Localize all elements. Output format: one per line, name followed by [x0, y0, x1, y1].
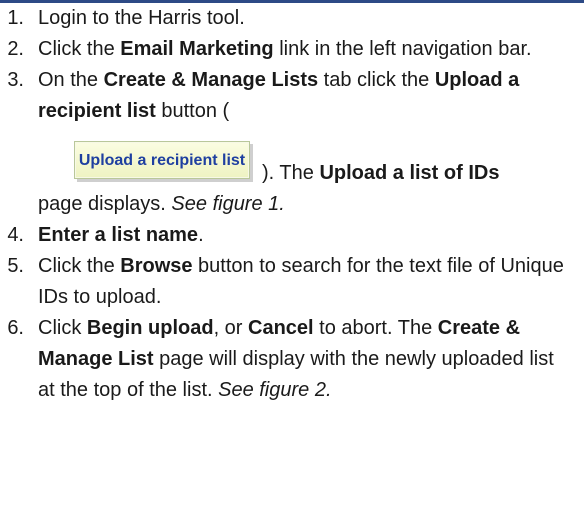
enter-list-name-label: Enter a list name	[38, 224, 199, 246]
upload-list-of-ids-label: Upload a list of IDs	[319, 162, 500, 184]
upload-recipient-list-button[interactable]: Upload a recipient list	[74, 141, 250, 179]
button-line: Upload a recipient list ). The Upload a l…	[38, 127, 576, 189]
step-3-continuation: page displays. See figure 1.	[0, 189, 576, 220]
step-2: 2. Click the Email Marketing link in the …	[0, 34, 584, 65]
step-text: On the	[38, 69, 104, 91]
step-6: 6. Click Begin upload, or Cancel to abort…	[0, 313, 584, 406]
step-text: .	[198, 224, 204, 246]
step-1: 1. Login to the Harris tool.	[0, 3, 584, 34]
step-text: Login to the Harris tool.	[38, 7, 245, 29]
step-3: 3. On the Create & Manage Lists tab click…	[0, 65, 584, 220]
step-text: Click the	[38, 38, 121, 60]
cancel-label: Cancel	[248, 317, 314, 339]
step-text: , or	[213, 317, 249, 339]
email-marketing-label: Email Marketing	[120, 38, 274, 60]
step-number: 1.	[7, 7, 24, 29]
step-text: to abort. The	[313, 317, 438, 339]
step-number: 5.	[7, 255, 24, 277]
step-text: button (	[155, 100, 230, 122]
step-text: page displays.	[38, 193, 172, 215]
step-text: Click the	[38, 255, 121, 277]
step-number: 2.	[7, 38, 24, 60]
step-number: 6.	[7, 317, 24, 339]
step-text: ). The	[262, 162, 320, 184]
instruction-steps: 1. Login to the Harris tool. 2. Click the …	[0, 3, 584, 406]
step-text: tab click the	[318, 69, 435, 91]
step-5: 5. Click the Browse button to search for …	[0, 251, 584, 313]
step-4: 4. Enter a list name.	[0, 220, 584, 251]
begin-upload-label: Begin upload	[86, 317, 214, 339]
step-text: Click	[38, 317, 87, 339]
step-text: link in the left navigation bar.	[273, 38, 532, 60]
browse-label: Browse	[120, 255, 193, 277]
create-manage-lists-label: Create & Manage Lists	[103, 69, 319, 91]
figure-reference: See figure 2.	[218, 379, 332, 401]
step-text: ). The Upload a list of IDs	[262, 158, 499, 189]
figure-reference: See figure 1.	[171, 193, 285, 215]
step-number: 3.	[7, 69, 24, 91]
step-number: 4.	[7, 224, 24, 246]
